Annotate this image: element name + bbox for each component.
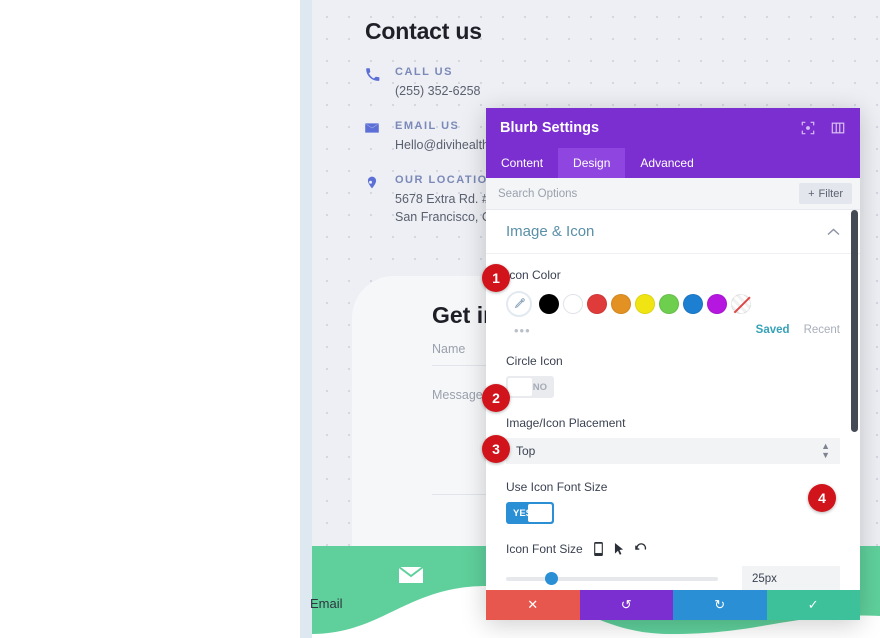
placement-value: Top bbox=[516, 444, 536, 458]
tab-content[interactable]: Content bbox=[486, 148, 558, 178]
icon-font-size-slider[interactable] bbox=[506, 572, 718, 585]
placement-label: Image/Icon Placement bbox=[506, 416, 626, 430]
undo-button[interactable]: ↺ bbox=[579, 590, 673, 620]
modal-body: Image & Icon Icon Color ••• Saved Recent… bbox=[486, 210, 860, 620]
recent-colors-tab[interactable]: Recent bbox=[804, 324, 840, 336]
redo-icon: ↻ bbox=[714, 597, 726, 612]
expand-icon[interactable] bbox=[800, 120, 816, 136]
filter-button[interactable]: + Filter bbox=[799, 183, 852, 204]
circle-icon-toggle[interactable]: NO bbox=[506, 376, 554, 398]
annotation-badge-2: 2 bbox=[482, 384, 510, 412]
eyedropper-icon[interactable] bbox=[506, 291, 532, 317]
undo-icon: ↺ bbox=[620, 597, 632, 612]
swatch-yellow[interactable] bbox=[635, 294, 655, 314]
annotation-badge-4: 4 bbox=[808, 484, 836, 512]
saved-colors-tab[interactable]: Saved bbox=[756, 324, 790, 336]
filter-label: Filter bbox=[818, 187, 843, 200]
annotation-badge-3: 3 bbox=[482, 435, 510, 463]
redo-button[interactable]: ↻ bbox=[673, 590, 767, 620]
swatch-transparent[interactable] bbox=[731, 294, 751, 314]
screenshot-root: Contact us CALL US (255) 352-6258 EMAIL … bbox=[0, 0, 880, 638]
swatch-black[interactable] bbox=[539, 294, 559, 314]
check-icon: ✓ bbox=[807, 597, 819, 612]
use-icon-font-size-toggle[interactable]: YES bbox=[506, 502, 554, 524]
swatch-white[interactable] bbox=[563, 294, 583, 314]
modal-title-bar: Blurb Settings bbox=[486, 108, 860, 148]
chevron-up-icon[interactable] bbox=[827, 225, 840, 239]
modal-footer-actions: ✕ ↺ ↻ ✓ bbox=[486, 590, 860, 620]
mobile-icon[interactable] bbox=[593, 542, 603, 556]
toggle-knob bbox=[508, 378, 532, 396]
toggle-state: NO bbox=[532, 381, 547, 393]
save-button[interactable]: ✓ bbox=[766, 590, 860, 620]
cancel-button[interactable]: ✕ bbox=[486, 590, 580, 620]
annotation-badge-1: 1 bbox=[482, 264, 510, 292]
swatch-blue[interactable] bbox=[683, 294, 703, 314]
modal-tabs: Content Design Advanced bbox=[486, 148, 860, 178]
swatch-green[interactable] bbox=[659, 294, 679, 314]
tab-advanced[interactable]: Advanced bbox=[625, 148, 708, 178]
envelope-icon bbox=[362, 118, 382, 138]
section-image-and-icon[interactable]: Image & Icon bbox=[486, 210, 860, 254]
close-icon: ✕ bbox=[527, 597, 539, 612]
control-icon-color: Icon Color ••• Saved Recent bbox=[486, 254, 860, 340]
modal-scrollbar[interactable] bbox=[851, 210, 858, 432]
contact-label: CALL US bbox=[395, 66, 453, 78]
contact-value: (255) 352-6258 bbox=[395, 84, 481, 98]
left-accent-strip bbox=[300, 0, 312, 638]
blurb-settings-modal: Blurb Settings Content Design Advanced S… bbox=[486, 108, 860, 620]
swatch-red[interactable] bbox=[587, 294, 607, 314]
modal-title: Blurb Settings bbox=[500, 120, 600, 136]
chevron-updown-icon: ▲ ▼ bbox=[821, 441, 830, 460]
cursor-icon[interactable] bbox=[614, 542, 624, 556]
icon-font-size-header: Icon Font Size bbox=[506, 542, 840, 556]
icon-font-size-label: Icon Font Size bbox=[506, 542, 583, 556]
reset-icon[interactable] bbox=[634, 542, 647, 556]
search-options-bar: Search Options + Filter bbox=[486, 178, 860, 210]
circle-icon-label: Circle Icon bbox=[506, 354, 563, 368]
use-icon-font-size-label: Use Icon Font Size bbox=[506, 480, 608, 494]
contact-label: OUR LOCATION bbox=[395, 174, 498, 186]
icon-font-size-slider-row: 25px bbox=[506, 566, 840, 592]
slider-thumb[interactable] bbox=[544, 572, 558, 585]
placement-select[interactable]: Top ▲ ▼ bbox=[506, 438, 840, 464]
section-title: Image & Icon bbox=[506, 223, 595, 240]
toggle-state: YES bbox=[513, 507, 533, 519]
control-icon-font-size: Icon Font Size 25px bbox=[486, 524, 860, 592]
phone-icon bbox=[362, 64, 382, 84]
swatch-orange[interactable] bbox=[611, 294, 631, 314]
color-swatch-row bbox=[506, 290, 840, 318]
ellipsis-icon[interactable]: ••• bbox=[514, 323, 531, 338]
icon-color-label: Icon Color bbox=[506, 268, 561, 282]
plus-icon: + bbox=[808, 187, 815, 200]
icon-font-size-value-input[interactable]: 25px bbox=[742, 566, 840, 592]
layout-columns-icon[interactable] bbox=[830, 120, 846, 136]
contact-label: EMAIL US bbox=[395, 120, 460, 132]
tab-design[interactable]: Design bbox=[558, 148, 626, 178]
page-title: Contact us bbox=[365, 18, 482, 44]
map-pin-icon bbox=[362, 172, 382, 192]
control-circle-icon: Circle Icon NO bbox=[486, 340, 860, 398]
swatch-purple[interactable] bbox=[707, 294, 727, 314]
control-use-icon-font-size: Use Icon Font Size YES bbox=[486, 464, 860, 524]
color-meta-row: ••• Saved Recent bbox=[506, 320, 840, 340]
email-field-label: Email bbox=[310, 596, 343, 611]
control-image-icon-placement: Image/Icon Placement Top ▲ ▼ bbox=[486, 398, 860, 464]
search-input[interactable]: Search Options bbox=[498, 188, 577, 200]
